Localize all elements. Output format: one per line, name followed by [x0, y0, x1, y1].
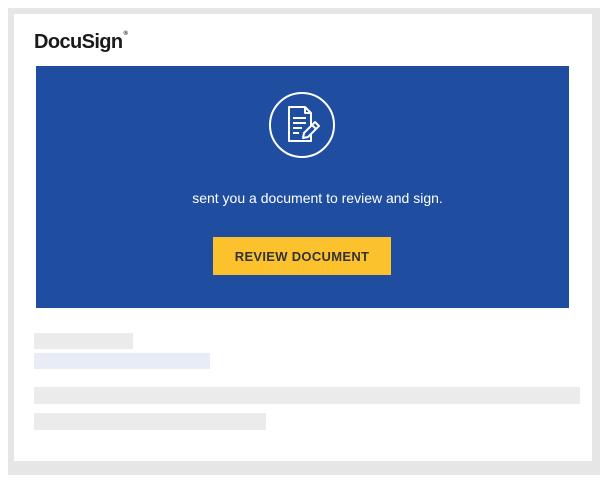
review-document-button[interactable]: REVIEW DOCUMENT — [213, 237, 391, 275]
body-line-placeholder — [34, 387, 580, 404]
docusign-logo: DocuSign® — [34, 31, 128, 54]
email-frame: DocuSign® sent you a document to review … — [8, 8, 600, 475]
hero-message: sent you a document to review and sign. — [192, 190, 443, 206]
brand-name: DocuSign — [34, 31, 123, 53]
document-sign-icon — [268, 91, 336, 159]
sender-email-placeholder — [34, 353, 210, 369]
trademark-symbol: ® — [123, 31, 128, 37]
sender-name-placeholder — [34, 333, 133, 349]
hero-banner: sent you a document to review and sign. … — [36, 66, 569, 308]
email-card: DocuSign® sent you a document to review … — [14, 14, 592, 461]
body-line-placeholder — [34, 413, 266, 430]
